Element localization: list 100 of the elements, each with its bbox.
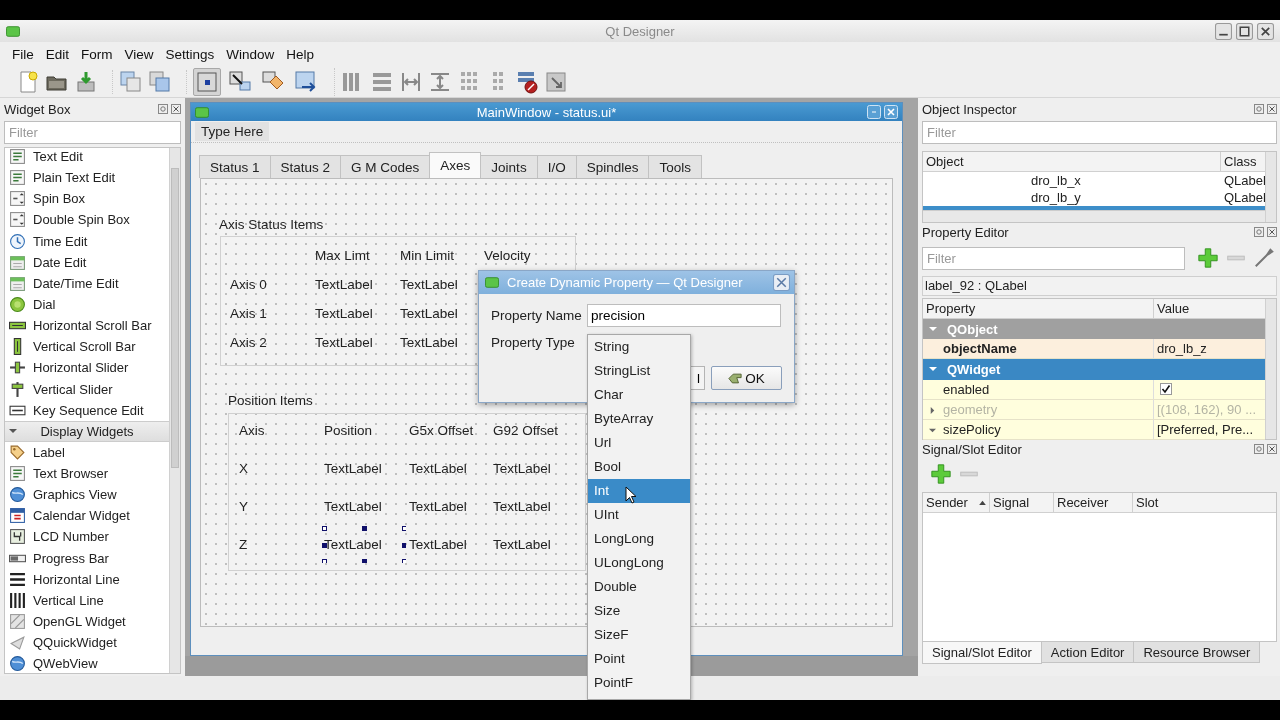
list-option[interactable]: LongLong — [588, 527, 690, 551]
tab[interactable]: Spindles — [575, 155, 650, 178]
widget-item[interactable]: Progress Bar — [5, 547, 169, 569]
caret-icon[interactable] — [929, 426, 936, 434]
list-option[interactable]: PointF — [588, 671, 690, 695]
maximize-button[interactable] — [1236, 22, 1253, 40]
object-name[interactable]: dro_lb_y — [1031, 190, 1221, 205]
scrollbar[interactable] — [1265, 152, 1276, 222]
close-icon[interactable] — [1267, 104, 1277, 114]
close-icon[interactable] — [1267, 227, 1277, 237]
widget-item[interactable]: Horizontal Slider — [5, 357, 169, 379]
tab[interactable]: G M Codes — [340, 155, 431, 178]
property-row[interactable]: sizePolicy [Preferred, Pre... — [923, 419, 1265, 441]
tab[interactable]: Tools — [648, 155, 702, 178]
list-option[interactable]: Double — [588, 575, 690, 599]
list-option[interactable]: UInt — [588, 503, 690, 527]
scrollbar[interactable] — [923, 210, 1265, 222]
list-option[interactable]: Int — [588, 479, 690, 503]
column-header[interactable]: Sender — [923, 493, 990, 512]
list-option[interactable]: Bool — [588, 455, 690, 479]
widget-item[interactable]: Label — [5, 441, 169, 463]
close-button[interactable] — [1257, 22, 1274, 40]
column-header[interactable]: Object — [923, 152, 1221, 171]
plus-icon[interactable] — [1197, 247, 1219, 269]
widget-item[interactable]: Dial — [5, 294, 169, 316]
category-header[interactable]: Display Widgets — [5, 420, 169, 442]
tab[interactable]: Status 1 — [199, 155, 271, 178]
tab[interactable]: I/O — [536, 155, 577, 178]
list-option[interactable]: ULongLong — [588, 551, 690, 575]
widget-select-button[interactable] — [193, 67, 221, 96]
widget-item[interactable]: Double Spin Box — [5, 209, 169, 231]
ok-button[interactable]: OK — [711, 366, 782, 390]
list-option[interactable]: String — [588, 335, 690, 359]
menu-item[interactable]: Help — [280, 43, 321, 65]
property-row[interactable]: enabled — [923, 379, 1265, 400]
tab[interactable]: Signal/Slot Editor — [922, 642, 1042, 664]
tab[interactable]: Axes — [429, 152, 482, 178]
menu-item[interactable]: Edit — [39, 43, 76, 65]
menu-item[interactable]: Settings — [159, 43, 221, 65]
widget-item[interactable]: Spin Box — [5, 188, 169, 210]
list-option[interactable]: Url — [588, 431, 690, 455]
close-icon[interactable] — [171, 104, 181, 114]
widget-item[interactable]: Graphics View — [5, 484, 169, 506]
menu-item[interactable]: View — [118, 43, 160, 65]
widget-item[interactable]: OpenGL Widget — [5, 610, 169, 633]
widget-item[interactable]: Horizontal Scroll Bar — [5, 315, 169, 337]
column-header[interactable]: Signal — [990, 493, 1054, 512]
minimize-button[interactable] — [1215, 22, 1232, 40]
widget-item[interactable]: Key Sequence Edit — [5, 399, 169, 421]
filter-field[interactable]: Filter — [922, 121, 1277, 144]
break-layout-icon[interactable] — [515, 69, 539, 94]
menu-item[interactable]: Form — [75, 43, 119, 65]
windows-icon[interactable] — [119, 69, 143, 94]
menu-item[interactable]: Window — [220, 43, 281, 65]
widget-item[interactable]: Vertical Line — [5, 589, 169, 611]
selection-handles-drawing[interactable] — [322, 526, 406, 563]
widget-item[interactable]: Text Edit — [5, 148, 169, 168]
tab[interactable]: Joints — [480, 155, 538, 178]
widget-item[interactable]: Vertical Scroll Bar — [5, 336, 169, 358]
list-option[interactable]: SizeF — [588, 623, 690, 647]
checkbox[interactable] — [1160, 383, 1172, 396]
property-group-row[interactable]: QWidget — [923, 359, 1265, 380]
widget-item[interactable]: Vertical Slider — [5, 378, 169, 400]
filter-field[interactable]: Filter — [4, 121, 181, 144]
float-icon[interactable] — [1254, 444, 1264, 454]
close-button[interactable] — [773, 274, 790, 291]
widget-item[interactable]: QQuickWidget — [5, 632, 169, 654]
plus-icon[interactable] — [930, 463, 952, 485]
tab[interactable]: Action Editor — [1040, 642, 1135, 663]
wrench-icon[interactable] — [1253, 247, 1275, 269]
tree-row[interactable]: dro_lb_y QLabel — [923, 189, 1265, 206]
float-icon[interactable] — [1254, 227, 1264, 237]
adjust-size-icon[interactable] — [544, 69, 568, 94]
tab[interactable]: Status 2 — [269, 155, 342, 178]
windows-icon[interactable] — [148, 69, 172, 94]
widget-item[interactable]: Text Browser — [5, 462, 169, 485]
widget-item[interactable]: Date Edit — [5, 251, 169, 273]
caret-icon[interactable] — [929, 365, 937, 374]
widget-item[interactable]: Plain Text Edit — [5, 167, 169, 189]
column-header[interactable]: Slot — [1133, 493, 1276, 512]
column-header[interactable]: Class — [1221, 152, 1265, 171]
float-icon[interactable] — [1254, 104, 1264, 114]
scrollbar[interactable] — [1265, 299, 1276, 439]
float-icon[interactable] — [158, 104, 168, 114]
menu-placeholder[interactable]: Type Here — [195, 122, 270, 141]
widget-item[interactable]: Date/Time Edit — [5, 272, 169, 294]
widget-item[interactable]: Time Edit — [5, 230, 169, 252]
widget-item[interactable]: QWebView — [5, 653, 169, 673]
widget-item[interactable]: Horizontal Line — [5, 568, 169, 590]
widget-item[interactable]: Calendar Widget — [5, 505, 169, 527]
close-icon[interactable] — [1267, 444, 1277, 454]
menu-item[interactable]: File — [6, 43, 40, 65]
tab[interactable]: Resource Browser — [1133, 642, 1261, 663]
list-option[interactable]: Size — [588, 599, 690, 623]
scrollbar[interactable] — [169, 148, 180, 673]
list-option[interactable]: ByteArray — [588, 407, 690, 431]
list-option[interactable]: Point — [588, 647, 690, 671]
object-name[interactable]: dro_lb_x — [1031, 173, 1221, 188]
column-header[interactable]: Receiver — [1054, 493, 1133, 512]
column-header[interactable]: Property — [923, 299, 1154, 318]
